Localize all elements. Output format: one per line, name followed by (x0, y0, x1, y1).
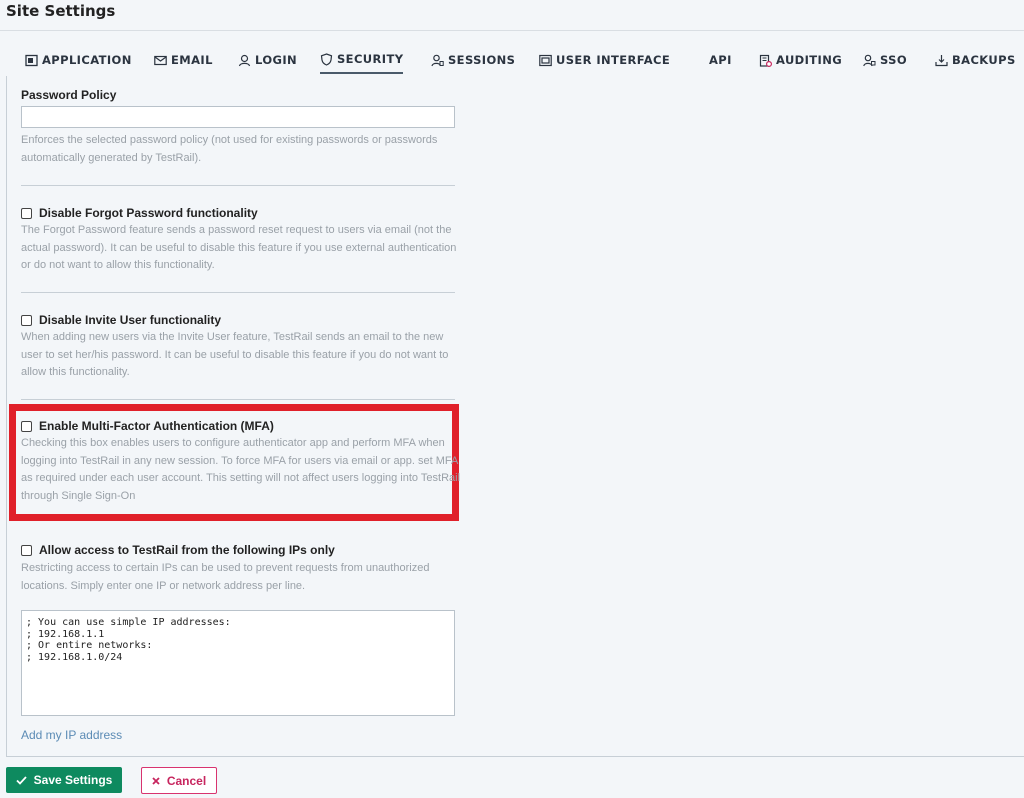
application-icon (25, 54, 38, 66)
ip-restriction-checkbox[interactable] (21, 544, 32, 556)
invite-user-row: Disable Invite User functionality (21, 313, 221, 327)
settings-tabs: APPLICATION EMAIL LOGIN SECURITY SESSION… (0, 46, 1024, 76)
forgot-password-help: The Forgot Password feature sends a pass… (21, 224, 457, 271)
sessions-icon (431, 54, 444, 66)
cancel-label: Cancel (166, 773, 207, 788)
mfa-label[interactable]: Enable Multi-Factor Authentication (MFA) (39, 419, 274, 433)
cancel-button[interactable]: Cancel (141, 767, 217, 794)
tab-email[interactable]: EMAIL (154, 46, 213, 74)
tab-login[interactable]: LOGIN (238, 46, 297, 74)
mfa-row: Enable Multi-Factor Authentication (MFA) (21, 419, 274, 433)
page-title: Site Settings (6, 2, 116, 20)
password-policy-help: Enforces the selected password policy (n… (21, 134, 438, 164)
tab-api[interactable]: API (709, 46, 732, 74)
mfa-checkbox[interactable] (21, 420, 32, 432)
ip-restriction-label[interactable]: Allow access to TestRail from the follow… (39, 543, 335, 557)
tab-auditing[interactable]: AUDITING (759, 46, 842, 74)
tab-security[interactable]: SECURITY (320, 46, 404, 74)
tab-user-interface[interactable]: USER INTERFACE (539, 46, 670, 74)
tab-api-label: API (709, 53, 732, 67)
save-settings-label: Save Settings (33, 773, 113, 787)
save-settings-button[interactable]: Save Settings (6, 767, 122, 793)
tab-sessions[interactable]: SESSIONS (431, 46, 515, 74)
shield-icon (320, 52, 333, 66)
user-interface-icon (539, 54, 552, 66)
section-divider (21, 292, 455, 293)
tab-backups[interactable]: BACKUPS (935, 46, 1016, 74)
section-divider (21, 185, 455, 186)
invite-user-label[interactable]: Disable Invite User functionality (39, 313, 221, 327)
tab-security-label: SECURITY (337, 52, 404, 66)
tab-sso[interactable]: SSO (863, 46, 907, 74)
tab-sso-label: SSO (880, 53, 908, 67)
ip-address-textarea[interactable]: ; You can use simple IP addresses: ; 192… (21, 610, 455, 716)
forgot-password-label[interactable]: Disable Forgot Password functionality (39, 206, 258, 220)
password-policy-label: Password Policy (21, 88, 117, 102)
add-my-ip-link[interactable]: Add my IP address (21, 728, 122, 742)
tab-application[interactable]: APPLICATION (25, 46, 132, 74)
email-icon (154, 55, 167, 65)
ip-restriction-row: Allow access to TestRail from the follow… (21, 543, 335, 557)
tab-auditing-label: AUDITING (776, 53, 843, 67)
invite-user-checkbox[interactable] (21, 314, 32, 326)
tab-user-interface-label: USER INTERFACE (556, 53, 671, 67)
tab-application-label: APPLICATION (42, 53, 132, 67)
forgot-password-checkbox[interactable] (21, 207, 32, 219)
login-icon (238, 54, 251, 66)
invite-user-help: When adding new users via the Invite Use… (21, 331, 449, 378)
tab-sessions-label: SESSIONS (448, 53, 516, 67)
tab-login-label: LOGIN (255, 53, 298, 67)
title-divider (0, 30, 1024, 31)
forgot-password-row: Disable Forgot Password functionality (21, 206, 258, 220)
password-policy-field[interactable] (21, 106, 455, 128)
tab-backups-label: BACKUPS (952, 53, 1016, 67)
checkmark-icon (16, 775, 27, 785)
ip-restriction-help: Restricting access to certain IPs can be… (21, 562, 430, 592)
auditing-icon (759, 54, 772, 67)
mfa-help: Checking this box enables users to confi… (21, 437, 461, 502)
backups-icon (935, 54, 948, 66)
sso-icon (863, 54, 876, 66)
tab-email-label: EMAIL (171, 53, 213, 67)
close-icon (152, 776, 160, 785)
security-settings-panel: Password Policy Enforces the selected pa… (6, 76, 1024, 757)
section-divider (21, 399, 455, 400)
